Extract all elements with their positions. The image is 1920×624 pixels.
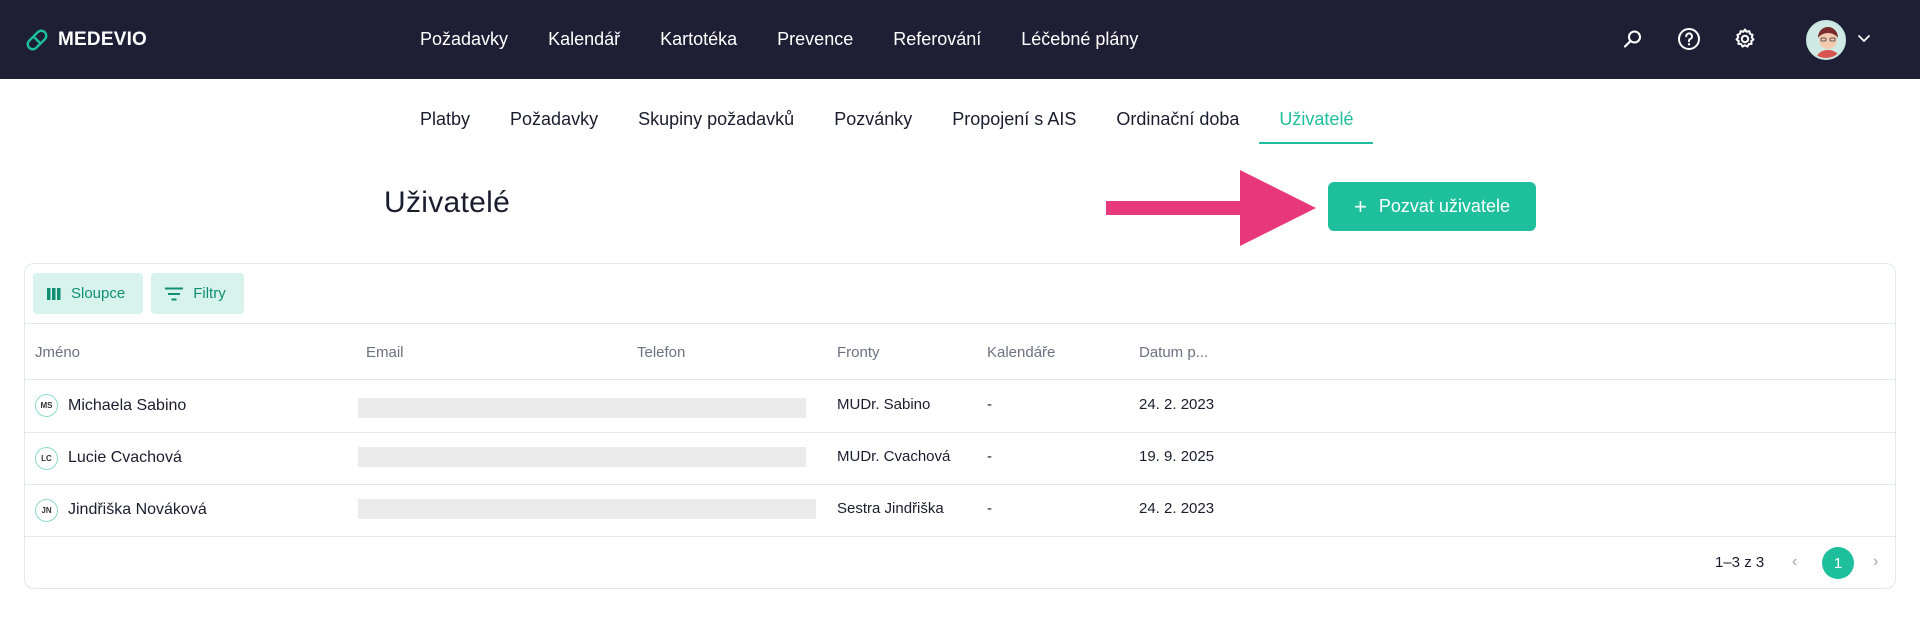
pagination-count: 1–3 z 3: [1715, 554, 1765, 571]
pointer-arrow: [1106, 170, 1316, 246]
columns-icon: [47, 287, 61, 300]
user-calendars: -: [987, 396, 992, 413]
redacted-email-phone: [358, 499, 816, 519]
user-queue: MUDr. Cvachová: [837, 448, 951, 465]
divider: [25, 323, 1895, 324]
nav-item-kartoteka[interactable]: Kartotéka: [640, 29, 757, 50]
filters-button[interactable]: Filtry: [151, 273, 244, 314]
user-name: Jindřiška Nováková: [68, 501, 207, 518]
filter-icon: [165, 287, 184, 300]
columns-button[interactable]: Sloupce: [33, 273, 144, 314]
chevron-down-icon[interactable]: [1856, 30, 1872, 51]
logo[interactable]: MEDEVIO: [24, 26, 147, 54]
column-header-email[interactable]: Email: [366, 344, 404, 361]
pill-icon: [26, 29, 48, 51]
chevron-right-icon[interactable]: ›: [1873, 553, 1878, 571]
avatar[interactable]: [1806, 20, 1846, 60]
table-toolbar: Sloupce Filtry: [33, 273, 244, 314]
search-icon[interactable]: [1620, 26, 1646, 52]
table-row[interactable]: MS Michaela Sabino MUDr. Sabino - 24. 2.…: [25, 380, 1895, 432]
columns-label: Sloupce: [71, 285, 126, 302]
invite-user-button[interactable]: + Pozvat uživatele: [1328, 182, 1536, 231]
user-initials-badge: MS: [35, 394, 58, 417]
chevron-left-icon[interactable]: ‹: [1792, 553, 1797, 571]
filters-label: Filtry: [193, 285, 226, 302]
users-table: Sloupce Filtry Jméno Email Telefon Front…: [24, 263, 1896, 589]
column-header-calendars[interactable]: Kalendáře: [987, 344, 1055, 361]
divider: [25, 536, 1895, 537]
user-name: Lucie Cvachová: [68, 449, 182, 466]
user-queue: Sestra Jindřiška: [837, 500, 944, 517]
user-queue: MUDr. Sabino: [837, 396, 931, 413]
table-row[interactable]: JN Jindřiška Nováková Sestra Jindřiška -…: [25, 484, 1895, 536]
invite-user-label: Pozvat uživatele: [1378, 196, 1510, 216]
nav-item-kalendar[interactable]: Kalendář: [528, 29, 640, 50]
user-date: 24. 2. 2023: [1139, 396, 1215, 413]
tab-ordinacni-doba[interactable]: Ordinační doba: [1096, 95, 1259, 144]
plus-icon: +: [1354, 193, 1367, 219]
user-initials-badge: LC: [35, 447, 58, 470]
redacted-email-phone: [358, 398, 806, 418]
tab-platby[interactable]: Platby: [400, 95, 490, 144]
pagination-page-1[interactable]: 1: [1822, 547, 1854, 579]
nav-item-lecebne-plany[interactable]: Léčebné plány: [1001, 29, 1158, 50]
column-header-phone[interactable]: Telefon: [637, 344, 685, 361]
user-calendars: -: [987, 500, 992, 517]
gear-icon[interactable]: [1732, 26, 1758, 52]
logo-text: MEDEVIO: [58, 29, 148, 50]
nav-item-pozadavky[interactable]: Požadavky: [400, 29, 528, 50]
column-header-name[interactable]: Jméno: [35, 344, 80, 361]
help-icon[interactable]: [1676, 26, 1702, 52]
tab-propojeni-s-ais[interactable]: Propojení s AIS: [932, 95, 1096, 144]
page-title: Uživatelé: [384, 186, 511, 219]
top-bar: MEDEVIO Požadavky Kalendář Kartotéka Pre…: [0, 0, 1920, 79]
column-header-date[interactable]: Datum p...: [1139, 344, 1208, 361]
user-calendars: -: [987, 448, 992, 465]
user-date: 24. 2. 2023: [1139, 500, 1215, 517]
tab-skupiny-pozadavku[interactable]: Skupiny požadavků: [618, 95, 814, 144]
tab-uzivatele[interactable]: Uživatelé: [1259, 95, 1374, 144]
user-initials-badge: JN: [35, 499, 58, 522]
user-name: Michaela Sabino: [68, 397, 187, 414]
table-row[interactable]: LC Lucie Cvachová MUDr. Cvachová - 19. 9…: [25, 432, 1895, 484]
redacted-email-phone: [358, 447, 806, 467]
column-header-queues[interactable]: Fronty: [837, 344, 880, 361]
main-nav: Požadavky Kalendář Kartotéka Prevence Re…: [400, 0, 1158, 79]
nav-item-referovani[interactable]: Referování: [873, 29, 1001, 50]
tab-pozvanky[interactable]: Pozvánky: [814, 95, 932, 144]
settings-tabs: Platby Požadavky Skupiny požadavků Pozvá…: [400, 95, 1374, 144]
tab-pozadavky[interactable]: Požadavky: [490, 95, 618, 144]
user-date: 19. 9. 2025: [1139, 448, 1215, 465]
nav-item-prevence[interactable]: Prevence: [757, 29, 873, 50]
